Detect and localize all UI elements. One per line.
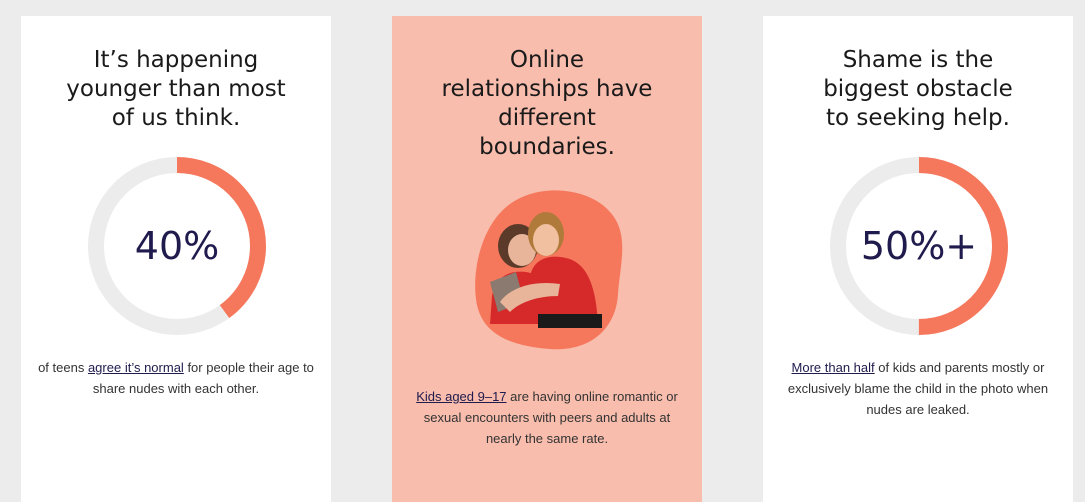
card-description: of teens agree it’s normal for people th… [35, 357, 317, 399]
stat-card-relationships: Online relationships have different boun… [392, 16, 702, 502]
teens-selfie-photo [475, 190, 623, 350]
stat-source-link[interactable]: agree it’s normal [88, 360, 184, 375]
card-heading: It’s happening younger than most of us t… [66, 47, 286, 131]
card-description: Kids aged 9–17 are having online romanti… [406, 386, 688, 449]
stat-source-link[interactable]: More than half [792, 360, 875, 375]
stat-source-link[interactable]: Kids aged 9–17 [416, 389, 506, 404]
card-description: More than half of kids and parents mostl… [777, 357, 1059, 420]
stat-card-age: It’s happening younger than most of us t… [21, 16, 331, 502]
text-before-link: of teens [38, 360, 88, 375]
card-heading: Online relationships have different boun… [441, 47, 653, 160]
stat-value: 50%+ [860, 224, 978, 268]
card-heading: Shame is the biggest obstacle to seeking… [823, 47, 1013, 131]
stat-card-shame: Shame is the biggest obstacle to seeking… [763, 16, 1073, 502]
stat-value: 40% [134, 224, 220, 268]
